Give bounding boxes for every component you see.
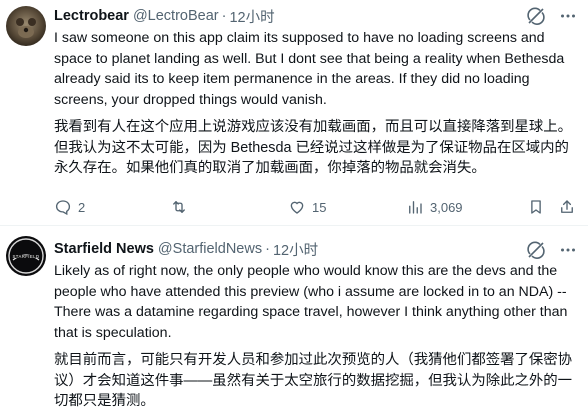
share-button[interactable]: [558, 198, 576, 216]
grok-icon[interactable]: [526, 6, 546, 26]
like-button[interactable]: 15: [288, 198, 326, 216]
more-icon[interactable]: [558, 6, 578, 26]
like-count: 15: [312, 199, 327, 215]
reply-button[interactable]: 2: [54, 198, 85, 216]
retweet-icon: [173, 201, 185, 213]
bookmark-icon: [531, 200, 541, 214]
avatar-lectrobear[interactable]: [6, 6, 46, 46]
separator-dot: ·: [265, 241, 270, 257]
reply-icon: [55, 200, 71, 216]
bookmark-button[interactable]: [527, 198, 545, 216]
tweet-time[interactable]: 12小时: [229, 6, 274, 27]
author-name[interactable]: Lectrobear: [54, 8, 129, 24]
tweet-text-zh: 就目前而言，可能只有开发人员和参加过此次预览的人（我猜他们都签署了保密协议）才会…: [54, 352, 573, 410]
tweet-text-en: I saw someone on this app claim its supp…: [54, 30, 565, 108]
tweet-header: Lectrobear @LectroBear · 12小时: [54, 6, 275, 26]
tweet-text-zh: 我看到有人在这个应用上说游戏应该没有加载画面，而且可以直接降落到星球上。但我认为…: [54, 119, 573, 177]
tweet-text-en: Likely as of right now, the only people …: [54, 263, 568, 341]
author-handle[interactable]: @StarfieldNews: [158, 241, 262, 257]
author-name[interactable]: Starfield News: [54, 241, 154, 257]
tweet-time[interactable]: 12小时: [273, 239, 318, 260]
svg-text:STARFIELD: STARFIELD: [13, 254, 40, 259]
retweet-button[interactable]: [170, 198, 194, 216]
separator-dot: ·: [221, 8, 227, 24]
tweet-header: Starfield News @StarfieldNews · 12小时: [54, 239, 318, 259]
views-icon: [409, 201, 422, 214]
more-icon[interactable]: [558, 240, 578, 260]
reply-count: 2: [78, 199, 86, 215]
views-count: 3,069: [430, 199, 463, 215]
tweet-actions: 2 15 3,069: [54, 196, 579, 218]
avatar-starfieldnews[interactable]: STARFIELD: [6, 236, 46, 276]
like-icon: [290, 201, 304, 214]
views-button[interactable]: 3,069: [406, 198, 463, 216]
author-handle[interactable]: @LectroBear: [133, 8, 219, 24]
share-icon: [561, 200, 573, 213]
grok-icon[interactable]: [526, 240, 546, 260]
